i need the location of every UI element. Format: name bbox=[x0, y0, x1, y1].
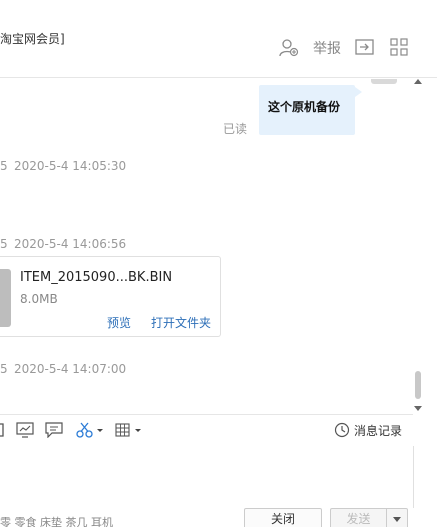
file-attachment-card[interactable]: ITEM_2015090...BK.BIN 8.0MB 预览 打开文件夹 bbox=[0, 256, 221, 337]
read-status: 已读 bbox=[223, 122, 248, 136]
screenshot-scissors-icon[interactable] bbox=[76, 421, 104, 439]
add-contact-icon[interactable] bbox=[279, 38, 299, 58]
my-message-text: 这个原机备份 bbox=[268, 100, 341, 114]
bubble-tail bbox=[355, 87, 362, 97]
preview-link[interactable]: 预览 bbox=[107, 314, 131, 331]
message-list[interactable]: 这个原机备份 已读 5 2020-5-4 14:05:30 5 2020-5-4 1… bbox=[0, 79, 413, 414]
chat-header: 淘宝网会员] 举报 bbox=[0, 0, 437, 78]
scroll-up-arrow-icon[interactable] bbox=[414, 79, 422, 84]
message-history-button[interactable]: 消息记录 bbox=[334, 421, 402, 439]
transfer-icon[interactable] bbox=[355, 38, 375, 58]
history-label: 消息记录 bbox=[354, 423, 403, 438]
comment-icon[interactable] bbox=[45, 421, 63, 439]
message-timestamp: 5 2020-5-4 14:07:00 bbox=[0, 362, 127, 376]
send-button[interactable]: 发送 bbox=[330, 508, 386, 527]
message-timestamp: 5 2020-5-4 14:05:30 bbox=[0, 159, 127, 173]
clock-icon bbox=[334, 422, 350, 438]
quick-tags[interactable]: 零 零食 床垫 茶几 耳机 bbox=[0, 514, 113, 527]
screen-share-icon[interactable] bbox=[16, 421, 34, 439]
file-name: ITEM_2015090...BK.BIN bbox=[20, 270, 173, 285]
avatar bbox=[371, 79, 397, 84]
open-folder-link[interactable]: 打开文件夹 bbox=[151, 314, 211, 331]
send-options-button[interactable] bbox=[386, 508, 408, 527]
apps-grid-icon[interactable] bbox=[390, 38, 408, 58]
bottom-bar: 零 零食 床垫 茶几 耳机 关闭 发送 bbox=[0, 508, 437, 527]
message-input[interactable] bbox=[0, 446, 413, 508]
member-label: 淘宝网会员] bbox=[0, 32, 65, 46]
font-icon[interactable] bbox=[0, 421, 6, 439]
chat-scrollbar[interactable] bbox=[413, 79, 423, 414]
file-size: 8.0MB bbox=[20, 292, 58, 306]
close-button[interactable]: 关闭 bbox=[244, 508, 322, 527]
my-message-bubble: 这个原机备份 bbox=[259, 85, 355, 135]
scroll-down-arrow-icon[interactable] bbox=[414, 406, 422, 411]
report-button[interactable]: 举报 bbox=[313, 38, 341, 58]
input-toolbar: 消息记录 bbox=[0, 414, 413, 446]
grid-icon[interactable] bbox=[115, 421, 143, 439]
scrollbar-thumb[interactable] bbox=[415, 371, 421, 399]
file-icon bbox=[0, 269, 11, 327]
message-timestamp: 5 2020-5-4 14:06:56 bbox=[0, 237, 127, 251]
chevron-down-icon bbox=[393, 517, 401, 522]
